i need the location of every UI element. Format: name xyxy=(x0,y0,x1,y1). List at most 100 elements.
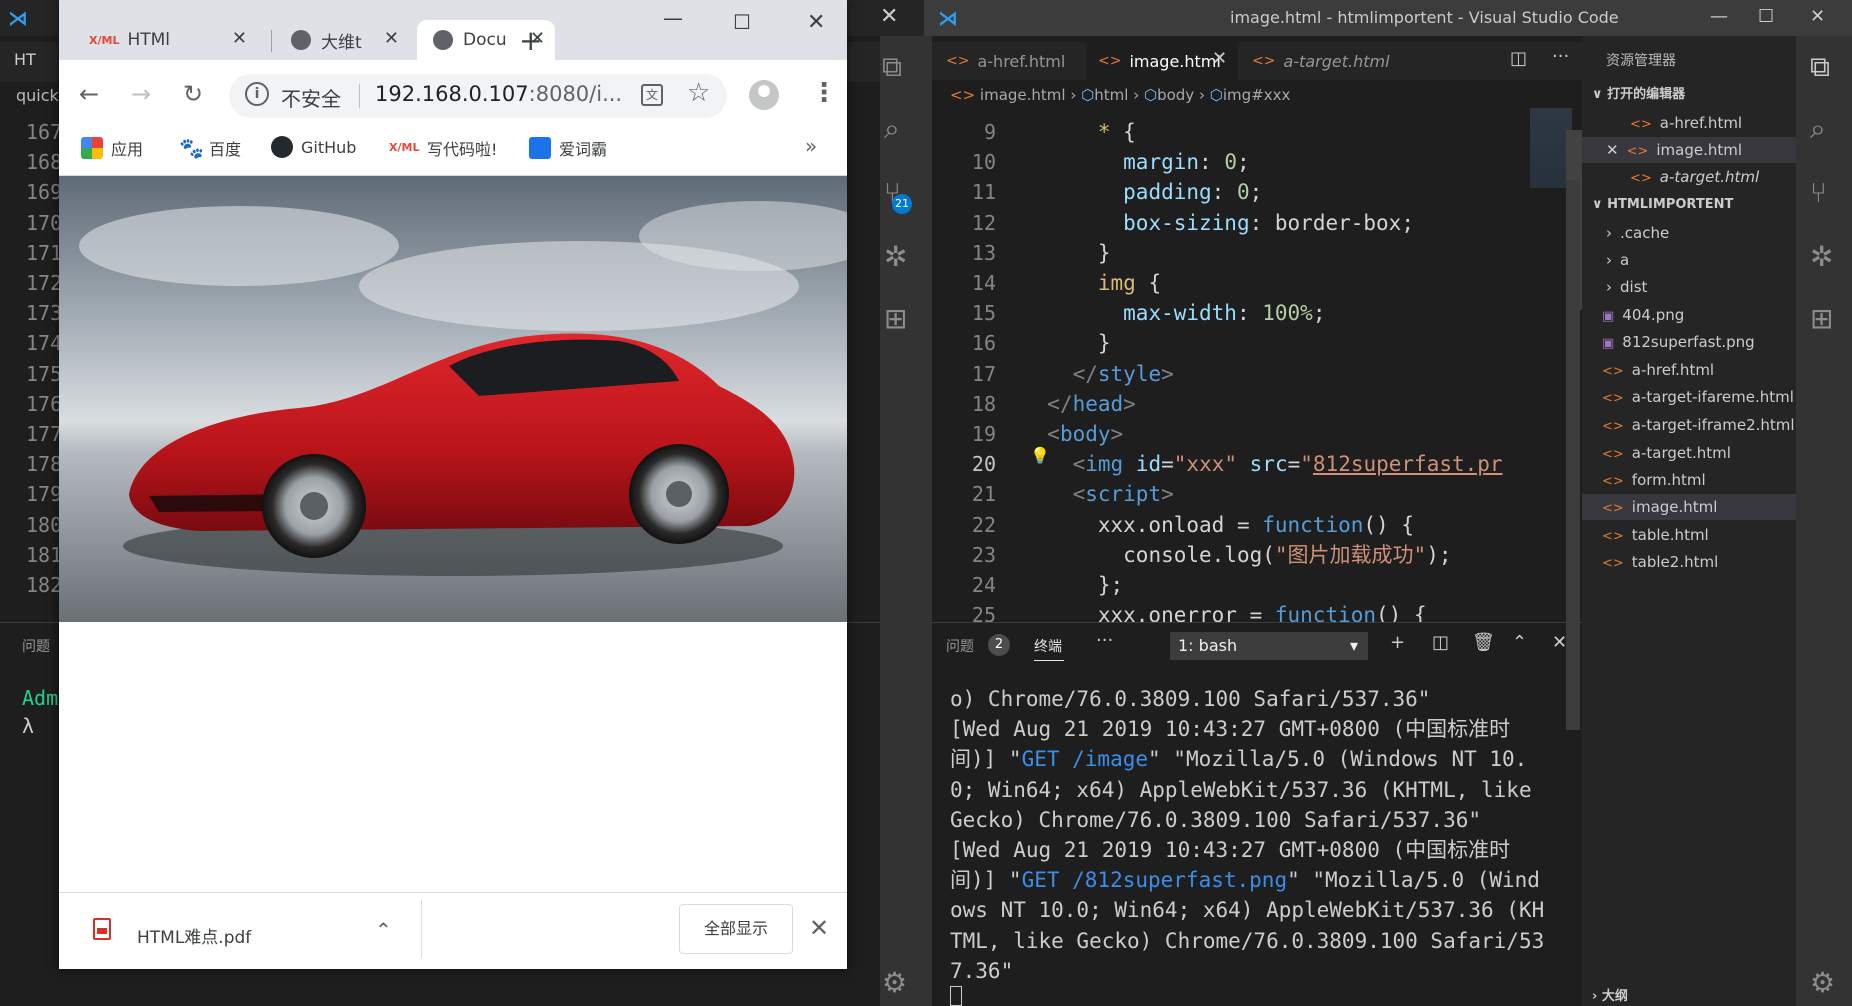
file-a-target-iframe2[interactable]: <> a-target-iframe2.html xyxy=(1602,412,1795,438)
code-editor[interactable]: * { margin: 0; padding: 0; box-sizing: b… xyxy=(1022,117,1532,622)
info-icon[interactable]: i xyxy=(245,82,269,106)
close-icon[interactable]: ✕ xyxy=(807,10,825,35)
outline-header[interactable]: › 大纲 xyxy=(1582,988,1796,1006)
open-editor-image[interactable]: ✕ <> image.html xyxy=(1606,137,1742,163)
search-icon[interactable]: ⌕ xyxy=(884,112,900,146)
folder-a[interactable]: › a xyxy=(1606,247,1629,273)
extensions-icon[interactable]: ⊞ xyxy=(1810,302,1833,335)
open-editor-a-href[interactable]: <> a-href.html xyxy=(1630,110,1742,136)
chevron-right-icon: › xyxy=(1606,278,1612,296)
security-status[interactable]: 不安全 xyxy=(281,83,341,112)
file-table2[interactable]: <> table2.html xyxy=(1602,549,1718,575)
file-a-href[interactable]: <> a-href.html xyxy=(1602,357,1714,383)
terminal-line: [Wed Aug 21 2019 10:43:27 GMT+0800 (中国标准… xyxy=(950,717,1544,832)
debug-icon[interactable]: ✲ xyxy=(1810,240,1833,273)
open-editors-header[interactable]: ∨ 打开的编辑器 xyxy=(1582,82,1796,108)
profile-avatar-icon[interactable] xyxy=(749,80,779,110)
bookmark-label: GitHub xyxy=(301,137,357,157)
tab-a-href[interactable]: <> a-href.html xyxy=(934,42,1074,80)
tab-terminal[interactable]: 终端 xyxy=(1034,636,1062,656)
bookmark-baidu[interactable]: 🐾 百度 xyxy=(179,136,241,160)
source-control-icon[interactable]: ⑂ xyxy=(1810,176,1827,209)
reload-icon[interactable]: ↻ xyxy=(183,80,203,108)
panel-more-icon[interactable]: ··· xyxy=(1096,630,1113,651)
trash-icon[interactable]: 🗑 xyxy=(1472,632,1495,653)
breadcrumb-item[interactable]: image.html xyxy=(980,86,1066,104)
minimize-icon[interactable]: — xyxy=(663,6,683,30)
bookmarks-overflow-icon[interactable]: » xyxy=(805,134,817,158)
debug-icon[interactable]: ✲ xyxy=(884,240,907,273)
breadcrumb-item[interactable]: img#xxx xyxy=(1223,86,1291,104)
code-line: max-width: 100%; xyxy=(1123,301,1326,326)
url-text[interactable]: 192.168.0.107:8080/i... xyxy=(375,82,622,106)
maximize-panel-icon[interactable]: ⌃ xyxy=(1512,632,1527,653)
maximize-icon[interactable]: ☐ xyxy=(1758,6,1774,27)
code-token: head xyxy=(1072,391,1124,416)
chevron-up-icon[interactable]: ⌃ xyxy=(375,918,392,942)
close-panel-icon[interactable]: ✕ xyxy=(1552,632,1567,653)
close-icon[interactable]: ✕ xyxy=(1810,6,1825,27)
split-editor-icon[interactable]: ◫ xyxy=(1510,48,1527,69)
file-form[interactable]: <> form.html xyxy=(1602,467,1706,493)
code-token: xxx.onload xyxy=(1097,512,1225,537)
menu-kebab-icon[interactable]: ⋮ xyxy=(811,78,837,108)
files-icon[interactable]: ⧉ xyxy=(1810,50,1830,84)
bookmark-star-icon[interactable]: ☆ xyxy=(687,78,710,108)
terminal-select[interactable]: 1: bash xyxy=(1170,632,1368,660)
tab-a-target[interactable]: <> a-target.html xyxy=(1240,42,1390,80)
file-a-target[interactable]: <> a-target.html xyxy=(1602,440,1731,466)
open-editor-a-target[interactable]: <> a-target.html xyxy=(1630,164,1759,190)
download-filename[interactable]: HTML难点.pdf xyxy=(137,923,251,948)
new-tab-button[interactable]: + xyxy=(519,24,542,57)
project-header[interactable]: ∨ HTMLIMPORTENT xyxy=(1582,192,1796,218)
forward-arrow-icon[interactable]: → xyxy=(131,80,151,108)
minimize-icon[interactable]: — xyxy=(1710,6,1728,27)
sidebar-scrollbar[interactable] xyxy=(1566,180,1580,730)
browser-tab-2[interactable]: 大维t ✕ xyxy=(291,20,409,60)
split-terminal-icon[interactable]: ◫ xyxy=(1432,632,1449,653)
file-404-png[interactable]: ▣ 404.png xyxy=(1602,302,1684,328)
bookmark-xml[interactable]: X/ML 写代码啦! xyxy=(389,136,497,160)
item-label: table2.html xyxy=(1631,553,1719,571)
files-icon[interactable]: ⧉ xyxy=(882,50,902,84)
file-a-target-ifareme[interactable]: <> a-target-ifareme.html xyxy=(1602,384,1794,410)
new-terminal-icon[interactable]: + xyxy=(1390,632,1405,653)
file-image[interactable]: <> image.html xyxy=(1602,494,1717,520)
settings-gear-icon[interactable]: ⚙ xyxy=(1810,966,1835,999)
tab-close-icon[interactable]: ✕ xyxy=(1212,48,1227,69)
left-problems-tab[interactable]: 问题 xyxy=(22,636,50,656)
close-icon[interactable]: ✕ xyxy=(1606,141,1619,159)
tab-close-icon[interactable]: ✕ xyxy=(232,28,247,49)
bookmark-github[interactable]: GitHub xyxy=(271,136,356,158)
bookmark-apps[interactable]: 应用 xyxy=(81,136,143,160)
translate-icon[interactable]: 文 xyxy=(641,84,663,106)
browser-tab-1[interactable]: X/ML HTMl ✕ xyxy=(89,20,257,60)
more-actions-icon[interactable]: ··· xyxy=(1552,46,1569,67)
terminal-output[interactable]: o) Chrome/76.0.3809.100 Safari/537.36" [… xyxy=(950,684,1550,986)
line-number: 24 xyxy=(971,573,996,598)
settings-gear-icon[interactable]: ⚙ xyxy=(882,966,907,999)
breadcrumb-item[interactable]: html xyxy=(1094,86,1128,104)
extensions-icon[interactable]: ⊞ xyxy=(884,302,907,335)
window-title: image.html - htmlimportent - Visual Stud… xyxy=(1230,8,1619,27)
left-editor-tab[interactable]: HT xyxy=(14,50,36,69)
close-download-bar-icon[interactable]: ✕ xyxy=(809,914,829,942)
show-all-button[interactable]: 全部显示 xyxy=(679,904,793,954)
folder-dist[interactable]: › dist xyxy=(1606,274,1647,300)
maximize-icon[interactable]: ☐ xyxy=(733,10,751,34)
code-token: margin xyxy=(1123,150,1200,175)
search-icon[interactable]: ⌕ xyxy=(1810,112,1826,146)
tab-problems[interactable]: 问题 xyxy=(946,636,974,656)
breadcrumb-item[interactable]: body xyxy=(1157,86,1194,104)
file-table[interactable]: <> table.html xyxy=(1602,522,1709,548)
file-812superfast-png[interactable]: ▣ 812superfast.png xyxy=(1602,329,1755,355)
line-number: 18 xyxy=(971,391,996,416)
close-window-icon[interactable]: ✕ xyxy=(880,4,898,29)
bookmark-iciba[interactable]: 爱词霸 xyxy=(529,136,607,160)
front-hub xyxy=(300,492,328,520)
folder-cache[interactable]: › .cache xyxy=(1606,220,1669,246)
code-line: img { xyxy=(1097,271,1162,296)
tab-close-icon[interactable]: ✕ xyxy=(384,28,399,49)
scm-badge: 21 xyxy=(892,194,912,214)
back-arrow-icon[interactable]: ← xyxy=(79,80,99,108)
